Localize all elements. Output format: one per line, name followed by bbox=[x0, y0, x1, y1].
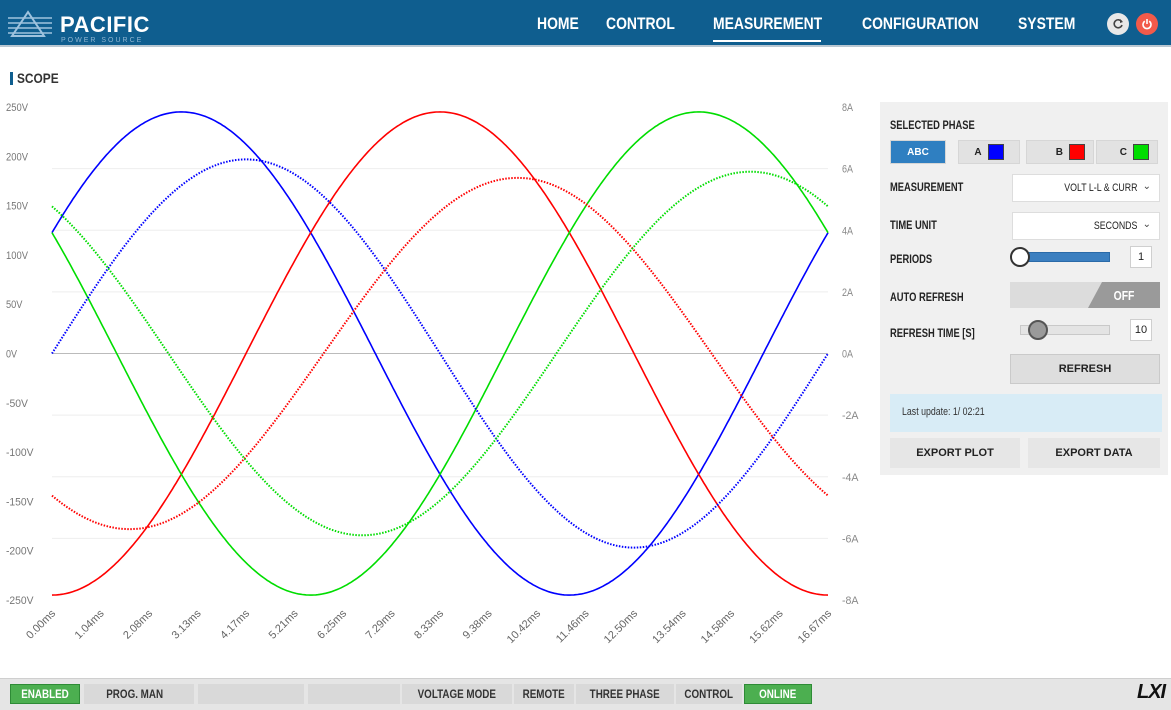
status-blank-1 bbox=[198, 684, 304, 704]
refresh-time-slider-handle[interactable] bbox=[1028, 320, 1048, 340]
active-nav-underline bbox=[713, 40, 821, 42]
x-tick-label: 1.04ms bbox=[73, 607, 107, 641]
status-prog-man: PROG. MAN bbox=[84, 684, 194, 704]
phase-a-color-swatch bbox=[987, 144, 1004, 160]
status-remote: REMOTE bbox=[514, 684, 574, 704]
status-three-phase: THREE PHASE bbox=[576, 684, 674, 704]
y-left-tick-label: 200V bbox=[6, 151, 29, 163]
refresh-icon[interactable] bbox=[1107, 13, 1129, 35]
y-right-tick-label: -4A bbox=[842, 472, 859, 484]
y-right-tick-label: 0A bbox=[842, 349, 854, 361]
nav-system[interactable]: SYSTEM bbox=[1018, 0, 1075, 47]
x-tick-label: 6.25ms bbox=[315, 607, 349, 641]
y-left-tick-label: -150V bbox=[6, 496, 34, 508]
y-left-tick-label: 50V bbox=[6, 299, 23, 311]
x-tick-label: 8.33ms bbox=[412, 607, 446, 641]
chevron-down-icon: ⌄ bbox=[1142, 219, 1151, 230]
pacific-logo[interactable]: PACIFIC POWER SOURCE bbox=[8, 8, 168, 44]
x-tick-label: 4.17ms bbox=[218, 607, 252, 641]
x-tick-label: 12.50ms bbox=[602, 607, 641, 646]
x-tick-label: 0.00ms bbox=[24, 607, 58, 641]
lxi-logo: LXI bbox=[1137, 681, 1166, 703]
x-tick-label: 11.46ms bbox=[554, 607, 592, 645]
phase-c-color-swatch bbox=[1133, 144, 1149, 160]
periods-slider-track[interactable] bbox=[1020, 252, 1110, 262]
measurement-label: MEASUREMENT bbox=[890, 180, 964, 194]
x-tick-label: 2.08ms bbox=[121, 607, 155, 641]
y-right-tick-label: -2A bbox=[842, 410, 859, 422]
refresh-time-value-box[interactable]: 10 bbox=[1130, 319, 1152, 341]
last-update-box: Last update: 1/ 02:21 bbox=[890, 394, 1162, 432]
y-left-tick-label: 250V bbox=[6, 102, 29, 114]
y-left-tick-label: -250V bbox=[6, 595, 34, 607]
logo-mark-icon bbox=[8, 10, 52, 37]
export-data-button[interactable]: EXPORT DATA bbox=[1028, 438, 1160, 468]
time-unit-label: TIME UNIT bbox=[890, 218, 937, 232]
last-update-text: Last update: 1/ 02:21 bbox=[902, 406, 985, 418]
measurement-select[interactable]: VOLT L-L & CURR ⌄ bbox=[1012, 174, 1160, 202]
phase-b-color-swatch bbox=[1069, 144, 1085, 160]
time-unit-select[interactable]: SECONDS ⌄ bbox=[1012, 212, 1160, 240]
chevron-down-icon: ⌄ bbox=[1142, 181, 1151, 192]
status-blank-2 bbox=[308, 684, 400, 704]
x-tick-label: 16.67ms bbox=[796, 607, 835, 646]
y-right-tick-label: 6A bbox=[842, 164, 854, 176]
nav-home[interactable]: HOME bbox=[537, 0, 579, 47]
auto-refresh-label: AUTO REFRESH bbox=[890, 290, 964, 304]
auto-refresh-toggle[interactable]: OFF bbox=[1010, 282, 1160, 308]
x-tick-label: 7.29ms bbox=[364, 607, 398, 641]
y-right-tick-label: -8A bbox=[842, 595, 859, 607]
page-title: SCOPE bbox=[17, 70, 59, 86]
x-tick-label: 10.42ms bbox=[505, 607, 544, 646]
y-right-tick-label: 8A bbox=[842, 102, 854, 114]
phase-c-button[interactable]: C bbox=[1096, 140, 1158, 164]
x-tick-label: 5.21ms bbox=[267, 607, 301, 641]
y-left-tick-label: -50V bbox=[6, 398, 29, 410]
power-icon[interactable] bbox=[1136, 13, 1158, 35]
top-nav-bar: PACIFIC POWER SOURCE HOME CONTROL MEASUR… bbox=[0, 0, 1171, 47]
section-marker bbox=[10, 72, 13, 85]
brand-name: PACIFIC bbox=[60, 12, 150, 37]
y-left-tick-label: 150V bbox=[6, 201, 29, 213]
scope-chart[interactable]: 250V 200V 150V 100V 50V 0V -50V -100V -150V -200V… bbox=[0, 90, 870, 690]
phase-a-button[interactable]: A bbox=[958, 140, 1020, 164]
y-left-tick-label: -100V bbox=[6, 447, 34, 459]
periods-label: PERIODS bbox=[890, 252, 933, 266]
phase-b-button[interactable]: B bbox=[1026, 140, 1094, 164]
y-right-tick-label: -6A bbox=[842, 533, 859, 545]
status-control: CONTROL bbox=[676, 684, 742, 704]
status-enabled: ENABLED bbox=[10, 684, 80, 704]
phase-abc-button[interactable]: ABC bbox=[890, 140, 946, 164]
scope-settings-panel: SELECTED PHASE ABC A B C MEASUREMENT VOL… bbox=[880, 102, 1168, 475]
y-right-tick-label: 4A bbox=[842, 225, 854, 237]
refresh-button[interactable]: REFRESH bbox=[1010, 354, 1160, 384]
x-tick-label: 15.62ms bbox=[747, 607, 786, 646]
status-voltage-mode: VOLTAGE MODE bbox=[402, 684, 512, 704]
y-left-tick-label: 0V bbox=[6, 349, 18, 361]
export-plot-button[interactable]: EXPORT PLOT bbox=[890, 438, 1020, 468]
y-right-tick-label: 2A bbox=[842, 287, 854, 299]
x-tick-label: 3.13ms bbox=[170, 607, 204, 641]
y-left-tick-label: 100V bbox=[6, 250, 29, 262]
x-tick-label: 14.58ms bbox=[699, 607, 738, 646]
x-tick-label: 9.38ms bbox=[461, 607, 495, 641]
refresh-time-label: REFRESH TIME [S] bbox=[890, 326, 975, 340]
nav-control[interactable]: CONTROL bbox=[606, 0, 675, 47]
y-left-tick-label: -200V bbox=[6, 546, 34, 558]
nav-configuration[interactable]: CONFIGURATION bbox=[862, 0, 979, 47]
brand-subtitle: POWER SOURCE bbox=[61, 37, 144, 44]
periods-slider-handle[interactable] bbox=[1010, 247, 1030, 267]
x-tick-label: 13.54ms bbox=[650, 607, 689, 646]
periods-value-box[interactable]: 1 bbox=[1130, 246, 1152, 268]
selected-phase-label: SELECTED PHASE bbox=[890, 118, 975, 132]
status-online: ONLINE bbox=[744, 684, 812, 704]
